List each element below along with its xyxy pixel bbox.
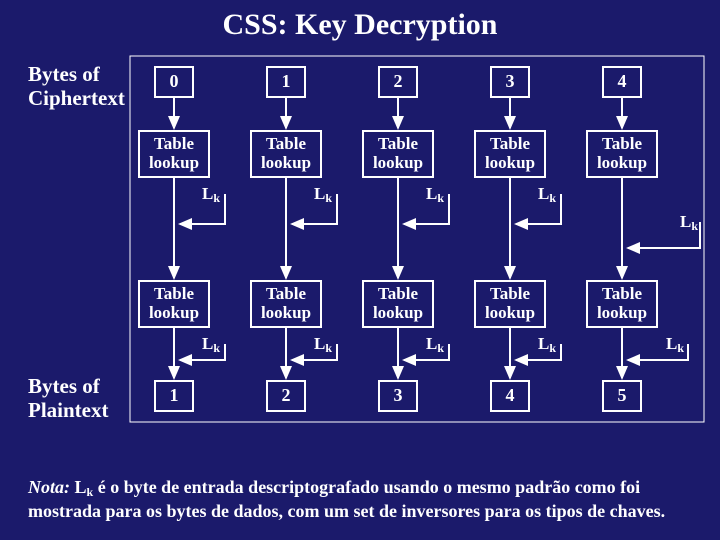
- table-lookup-r1-c1: Table lookup: [250, 130, 322, 178]
- table-lookup-r1-c2: Table lookup: [362, 130, 434, 178]
- lk-r2-c0: Lk: [202, 334, 220, 356]
- plain-byte-4: 4: [490, 380, 530, 412]
- plain-byte-3: 3: [378, 380, 418, 412]
- plaintext-word: Plaintext: [28, 398, 108, 422]
- cipher-byte-4: 4: [602, 66, 642, 98]
- cipher-byte-0: 0: [154, 66, 194, 98]
- lk-r2-c3: Lk: [538, 334, 556, 356]
- lk-r1-c2: Lk: [426, 184, 444, 206]
- lk-r1-c1: Lk: [314, 184, 332, 206]
- page-title: CSS: Key Decryption: [0, 8, 720, 42]
- table-lookup-r1-c4: Table lookup: [586, 130, 658, 178]
- footnote-lk: Lk: [75, 477, 94, 497]
- footnote: Nota: Lk é o byte de entrada descriptogr…: [28, 476, 692, 523]
- table-lookup-r2-c3: Table lookup: [474, 280, 546, 328]
- lk-r1-extra: Lk: [680, 212, 698, 234]
- lk-r1-c3: Lk: [538, 184, 556, 206]
- table-lookup-r2-c0: Table lookup: [138, 280, 210, 328]
- ciphertext-label: Bytes of Ciphertext: [28, 62, 125, 110]
- cipher-byte-2: 2: [378, 66, 418, 98]
- lk-r2-c1: Lk: [314, 334, 332, 356]
- lk-r1-c0: Lk: [202, 184, 220, 206]
- table-lookup-r1-c0: Table lookup: [138, 130, 210, 178]
- table-lookup-r2-c1: Table lookup: [250, 280, 322, 328]
- table-lookup-r2-c2: Table lookup: [362, 280, 434, 328]
- lk-r2-c4: Lk: [666, 334, 684, 356]
- plain-byte-5: 5: [602, 380, 642, 412]
- ciphertext-word: Ciphertext: [28, 86, 125, 110]
- lk-r2-c2: Lk: [426, 334, 444, 356]
- footnote-rest: é o byte de entrada descriptografado usa…: [28, 477, 665, 521]
- plain-byte-2: 2: [266, 380, 306, 412]
- table-lookup-r1-c3: Table lookup: [474, 130, 546, 178]
- bytes-of-1: Bytes of: [28, 62, 100, 86]
- footnote-nota: Nota:: [28, 477, 70, 497]
- plaintext-label: Bytes of Plaintext: [28, 374, 108, 422]
- bytes-of-2: Bytes of: [28, 374, 100, 398]
- cipher-byte-3: 3: [490, 66, 530, 98]
- plain-byte-1: 1: [154, 380, 194, 412]
- table-lookup-r2-c4: Table lookup: [586, 280, 658, 328]
- cipher-byte-1: 1: [266, 66, 306, 98]
